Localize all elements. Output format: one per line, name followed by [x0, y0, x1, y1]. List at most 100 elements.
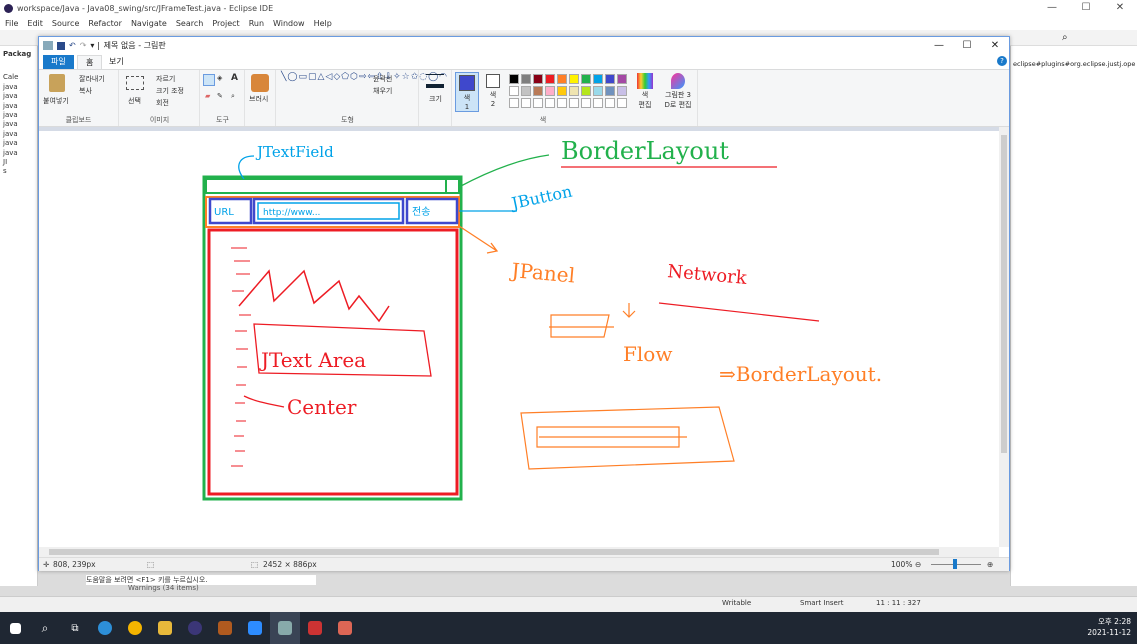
tab-file[interactable]: 파일	[43, 55, 74, 69]
color-swatch[interactable]	[533, 86, 543, 96]
tree-item[interactable]: java	[0, 120, 37, 129]
vertical-scroll-thumb[interactable]	[1001, 135, 1007, 453]
color-swatch[interactable]	[569, 86, 579, 96]
zoom-out-button[interactable]: ⊖	[915, 560, 921, 569]
color-swatch[interactable]	[569, 74, 579, 84]
color-swatch[interactable]	[557, 86, 567, 96]
menu-refactor[interactable]: Refactor	[88, 19, 122, 28]
tree-item[interactable]: java	[0, 149, 37, 158]
pencil-icon[interactable]	[203, 74, 215, 86]
redo-icon[interactable]: ↷	[80, 41, 87, 50]
search-icon[interactable]: ⌕	[1062, 32, 1068, 43]
custom-color-swatch[interactable]	[533, 98, 543, 108]
help-icon[interactable]: ?	[997, 56, 1007, 66]
color-swatch[interactable]	[509, 74, 519, 84]
color1-button[interactable]: 색 1	[455, 72, 479, 112]
custom-color-swatch[interactable]	[605, 98, 615, 108]
tree-item[interactable]: java	[0, 111, 37, 120]
tree-item[interactable]: java	[0, 102, 37, 111]
resize-button[interactable]: 크기 조정	[156, 86, 184, 96]
select-button[interactable]: 선택	[128, 96, 141, 106]
paint-close-button[interactable]: ✕	[981, 37, 1009, 54]
paste-button[interactable]: 붙여넣기	[43, 96, 69, 106]
color-swatch[interactable]	[617, 74, 627, 84]
tab-view[interactable]: 보기	[101, 55, 132, 69]
save-icon[interactable]	[57, 41, 65, 50]
color2-button[interactable]: 색 2	[481, 72, 505, 112]
horizontal-scroll-thumb[interactable]	[49, 549, 939, 555]
size-button[interactable]: 크기	[429, 94, 442, 104]
custom-color-swatch[interactable]	[509, 98, 519, 108]
menu-edit[interactable]: Edit	[27, 19, 43, 28]
app-icon[interactable]	[330, 612, 360, 644]
color-swatch[interactable]	[617, 86, 627, 96]
edge-icon[interactable]	[90, 612, 120, 644]
tree-item[interactable]: java	[0, 92, 37, 101]
drawing-canvas[interactable]: URL http://www... 전송 JText Area Center J…	[39, 131, 999, 547]
paint-taskbar-icon[interactable]	[270, 612, 300, 644]
fill-button[interactable]: 채우기	[373, 86, 392, 96]
custom-color-swatch[interactable]	[617, 98, 627, 108]
select-icon[interactable]	[126, 76, 144, 90]
paint-maximize-button[interactable]: ☐	[953, 37, 981, 54]
tree-item[interactable]: java	[0, 139, 37, 148]
cut-button[interactable]: 잘라내기	[79, 74, 105, 84]
eclipse-maximize-button[interactable]: ☐	[1069, 0, 1103, 16]
color-swatch[interactable]	[605, 86, 615, 96]
outline-button[interactable]: 윤곽선	[373, 74, 392, 84]
task-view-icon[interactable]: ⧉	[60, 612, 90, 644]
fill-icon[interactable]: ◈	[217, 74, 222, 82]
menu-window[interactable]: Window	[273, 19, 305, 28]
file-explorer-icon[interactable]	[150, 612, 180, 644]
crop-button[interactable]: 자르기	[156, 74, 175, 84]
tree-item[interactable]: JI	[0, 158, 37, 167]
color-swatch[interactable]	[593, 74, 603, 84]
chrome-icon[interactable]	[120, 612, 150, 644]
color-swatch[interactable]	[533, 74, 543, 84]
tree-item[interactable]: Cale	[0, 73, 37, 82]
quick-access-dropdown-icon[interactable]: ▾ |	[90, 41, 99, 50]
eraser-icon[interactable]: ▰	[205, 92, 210, 100]
color-swatch[interactable]	[605, 74, 615, 84]
text-icon[interactable]: A	[231, 73, 238, 83]
custom-color-swatch[interactable]	[569, 98, 579, 108]
color-swatch[interactable]	[581, 74, 591, 84]
windows-start-icon[interactable]	[0, 612, 30, 644]
custom-color-swatch[interactable]	[557, 98, 567, 108]
warnings-item[interactable]: Warnings (34 items)	[88, 584, 308, 595]
color-swatch[interactable]	[509, 86, 519, 96]
custom-color-swatch[interactable]	[593, 98, 603, 108]
brush-icon[interactable]	[251, 74, 269, 92]
app-icon[interactable]	[300, 612, 330, 644]
undo-icon[interactable]: ↶	[69, 41, 76, 50]
tree-item[interactable]: java	[0, 83, 37, 92]
shapes-gallery[interactable]: ╲◯▭▢△◁◇⬠⬡⇨⇦⇧⇩✧☆✩◌◯◠	[281, 72, 447, 82]
eclipse-minimize-button[interactable]: —	[1035, 0, 1069, 16]
line-size-icon[interactable]	[426, 74, 444, 88]
menu-project[interactable]: Project	[212, 19, 239, 28]
horizontal-scrollbar[interactable]	[39, 547, 999, 557]
vertical-scrollbar[interactable]	[999, 127, 1009, 547]
menu-source[interactable]: Source	[52, 19, 79, 28]
menu-navigate[interactable]: Navigate	[131, 19, 167, 28]
magnifier-icon[interactable]: ⌕	[231, 92, 235, 101]
app-icon[interactable]	[210, 612, 240, 644]
system-clock[interactable]: 오후 2:28 2021-11-12	[1087, 616, 1131, 638]
color-swatch[interactable]	[545, 74, 555, 84]
menu-run[interactable]: Run	[249, 19, 264, 28]
search-icon[interactable]: ⌕	[30, 612, 60, 644]
color-swatch[interactable]	[581, 86, 591, 96]
zoom-slider-thumb[interactable]	[953, 559, 957, 569]
color-swatch[interactable]	[593, 86, 603, 96]
tab-home[interactable]: 홈	[77, 55, 103, 69]
menu-help[interactable]: Help	[314, 19, 332, 28]
custom-color-swatch[interactable]	[545, 98, 555, 108]
color-swatch[interactable]	[521, 86, 531, 96]
brush-button[interactable]: 브러시	[249, 94, 268, 104]
color-swatch[interactable]	[557, 74, 567, 84]
copy-button[interactable]: 복사	[79, 86, 92, 96]
rotate-button[interactable]: 회전	[156, 98, 169, 108]
eclipse-close-button[interactable]: ✕	[1103, 0, 1137, 16]
menu-file[interactable]: File	[5, 19, 18, 28]
paint3d-button[interactable]: 그림판 3 D로 편집	[661, 72, 695, 110]
